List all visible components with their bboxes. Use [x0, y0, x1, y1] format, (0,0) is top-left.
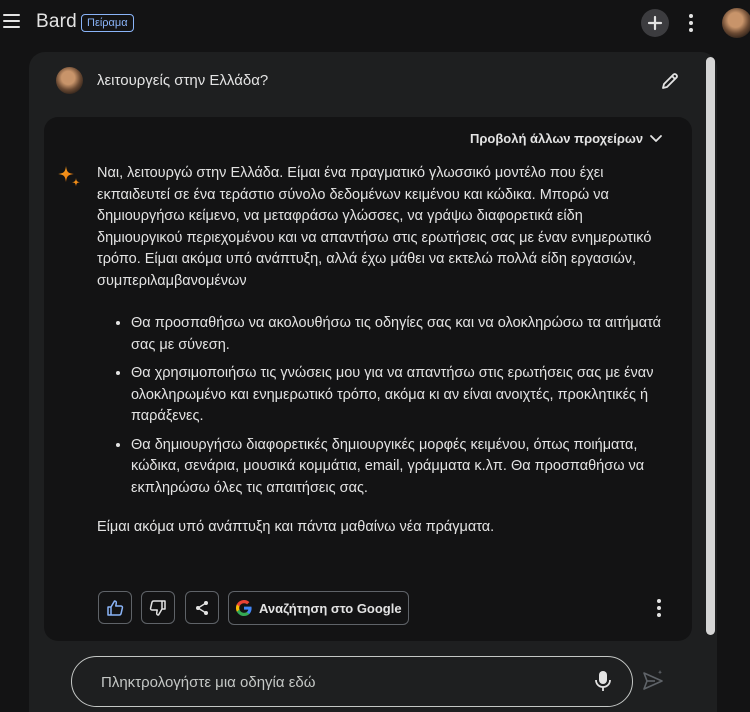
- mic-icon[interactable]: [594, 669, 612, 693]
- more-vert-icon[interactable]: [683, 12, 699, 34]
- experiment-badge: Πείραμα: [81, 14, 134, 32]
- google-search-button[interactable]: Αναζήτηση στο Google: [228, 591, 409, 625]
- chevron-down-icon[interactable]: [649, 134, 663, 144]
- response-bullet-list: Θα προσπαθήσω να ακολουθήσω τις οδηγίες …: [97, 313, 662, 499]
- share-icon: [196, 600, 208, 615]
- user-prompt: λειτουργείς στην Ελλάδα?: [97, 72, 269, 89]
- thumbs-up-icon: [107, 599, 124, 616]
- list-item: Θα χρησιμοποιήσω τις γνώσεις μου για να …: [131, 363, 662, 428]
- google-g-icon: [236, 600, 252, 616]
- scrollbar[interactable]: [706, 57, 715, 635]
- app-title: Bard: [36, 11, 77, 32]
- plus-icon: [647, 15, 663, 31]
- view-drafts-button[interactable]: Προβολή άλλων προχείρων: [470, 131, 643, 146]
- response-intro: Ναι, λειτουργώ στην Ελλάδα. Είμαι ένα πρ…: [97, 165, 652, 289]
- new-chat-button[interactable]: [641, 9, 669, 37]
- top-bar: Bard Πείραμα: [0, 0, 750, 46]
- list-item: Θα δημιουργήσω διαφορετικές δημιουργικές…: [131, 435, 662, 500]
- pencil-icon[interactable]: [659, 70, 681, 92]
- google-search-label: Αναζήτηση στο Google: [259, 600, 402, 616]
- hamburger-menu-icon[interactable]: [3, 14, 20, 28]
- more-vert-icon[interactable]: [651, 597, 667, 619]
- account-avatar[interactable]: [722, 8, 750, 38]
- share-button[interactable]: [185, 591, 219, 624]
- send-icon[interactable]: [641, 669, 665, 693]
- bard-sparkle-icon: [58, 166, 80, 187]
- thumbs-down-icon: [149, 599, 166, 616]
- response-text: Ναι, λειτουργώ στην Ελλάδα. Είμαι ένα πρ…: [97, 163, 662, 539]
- list-item: Θα προσπαθήσω να ακολουθήσω τις οδηγίες …: [131, 313, 662, 356]
- prompt-input-container: [71, 656, 633, 707]
- response-closing: Είμαι ακόμα υπό ανάπτυξη και πάντα μαθαί…: [97, 519, 495, 535]
- prompt-input[interactable]: [99, 670, 573, 694]
- thumbs-up-button[interactable]: [98, 591, 132, 624]
- thumbs-down-button[interactable]: [141, 591, 175, 624]
- user-avatar: [56, 67, 83, 94]
